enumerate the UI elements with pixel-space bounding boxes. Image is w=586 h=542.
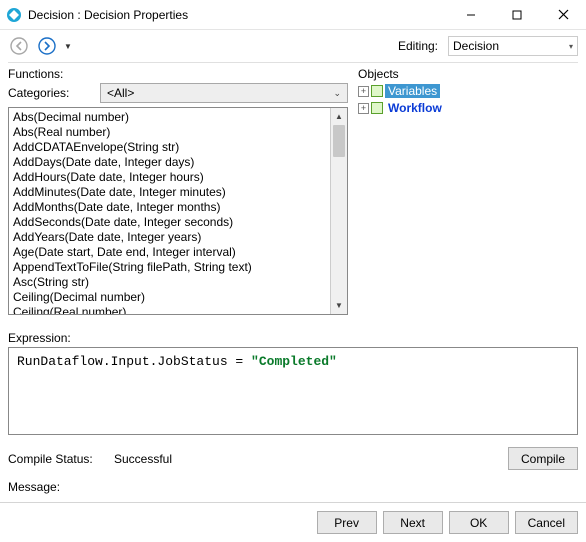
list-item[interactable]: AddDays(Date date, Integer days)	[13, 155, 326, 170]
list-item[interactable]: AddSeconds(Date date, Integer seconds)	[13, 215, 326, 230]
list-item[interactable]: Asc(String str)	[13, 275, 326, 290]
list-item[interactable]: Ceiling(Real number)	[13, 305, 326, 314]
object-icon	[371, 85, 383, 97]
message-label: Message:	[8, 480, 108, 494]
expression-string: "Completed"	[251, 354, 337, 369]
categories-label: Categories:	[8, 86, 88, 100]
list-item[interactable]: Age(Date start, Date end, Integer interv…	[13, 245, 326, 260]
compile-status-value: Successful	[114, 452, 172, 466]
list-item[interactable]: AppendTextToFile(String filePath, String…	[13, 260, 326, 275]
object-icon	[371, 102, 383, 114]
tree-label: Workflow	[385, 101, 445, 115]
editing-value: Decision	[453, 39, 499, 53]
editing-select[interactable]: Decision ▾	[448, 36, 578, 56]
objects-title: Objects	[358, 67, 578, 81]
cancel-button[interactable]: Cancel	[515, 511, 578, 534]
back-button[interactable]	[8, 35, 30, 57]
categories-value: <All>	[107, 86, 134, 100]
functions-list[interactable]: Abs(Decimal number) Abs(Real number) Add…	[9, 108, 330, 314]
tree-item-variables[interactable]: + Variables	[358, 83, 578, 99]
functions-title: Functions:	[8, 67, 348, 81]
minimize-button[interactable]	[448, 0, 494, 29]
expression-input[interactable]: RunDataflow.Input.JobStatus = "Completed…	[8, 347, 578, 435]
list-item[interactable]: AddYears(Date date, Integer years)	[13, 230, 326, 245]
scroll-up-icon[interactable]: ▲	[331, 108, 347, 125]
window-title: Decision : Decision Properties	[28, 8, 448, 22]
tree-item-workflow[interactable]: + Workflow	[358, 100, 578, 116]
compile-button[interactable]: Compile	[508, 447, 578, 470]
tree-label: Variables	[385, 84, 440, 98]
functions-scrollbar[interactable]: ▲ ▼	[330, 108, 347, 314]
list-item[interactable]: AddMinutes(Date date, Integer minutes)	[13, 185, 326, 200]
app-icon	[6, 7, 22, 23]
editing-label: Editing:	[398, 39, 442, 53]
expand-icon[interactable]: +	[358, 86, 369, 97]
forward-dropdown-caret-icon[interactable]: ▼	[64, 42, 72, 51]
scroll-thumb[interactable]	[333, 125, 345, 157]
list-item[interactable]: Abs(Real number)	[13, 125, 326, 140]
list-item[interactable]: Ceiling(Decimal number)	[13, 290, 326, 305]
maximize-button[interactable]	[494, 0, 540, 29]
list-item[interactable]: Abs(Decimal number)	[13, 110, 326, 125]
prev-button[interactable]: Prev	[317, 511, 377, 534]
scroll-down-icon[interactable]: ▼	[331, 297, 347, 314]
forward-button[interactable]	[36, 35, 58, 57]
next-button[interactable]: Next	[383, 511, 443, 534]
list-item[interactable]: AddMonths(Date date, Integer months)	[13, 200, 326, 215]
expand-icon[interactable]: +	[358, 103, 369, 114]
list-item[interactable]: AddCDATAEnvelope(String str)	[13, 140, 326, 155]
expression-label: Expression:	[8, 331, 578, 345]
close-button[interactable]	[540, 0, 586, 29]
ok-button[interactable]: OK	[449, 511, 509, 534]
categories-select[interactable]: <All> ⌄	[100, 83, 348, 103]
list-item[interactable]: AddHours(Date date, Integer hours)	[13, 170, 326, 185]
chevron-down-icon: ▾	[569, 42, 573, 51]
chevron-down-icon: ⌄	[333, 88, 341, 99]
compile-status-label: Compile Status:	[8, 452, 108, 466]
expression-prefix: RunDataflow.Input.JobStatus =	[17, 354, 251, 369]
